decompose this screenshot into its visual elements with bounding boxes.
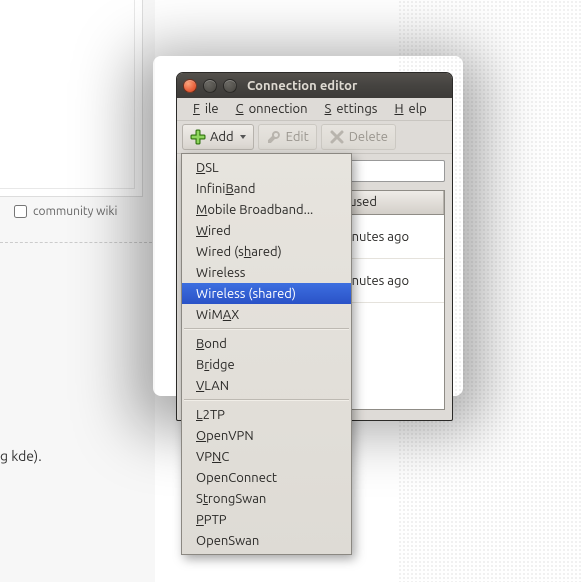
menu-connection[interactable]: Connection [226,98,313,120]
menu-item-vpnc[interactable]: VPNC [182,446,351,467]
window-maximize-button[interactable] [223,79,237,93]
wrench-icon [266,129,282,145]
page-kde-fragment: g kde). [0,448,42,464]
menu-item-wireless[interactable]: Wireless [182,262,351,283]
add-button-label: Add [210,130,234,144]
menu-item-l2tp[interactable]: L2TP [182,404,351,425]
add-dropdown-menu: DSLInfiniBandMobile Broadband...WiredWir… [181,153,352,555]
menu-item-strongswan[interactable]: StrongSwan [182,488,351,509]
plus-icon [190,129,206,145]
community-wiki-checkbox[interactable] [14,205,27,218]
toolbar: Add Edit Delete [177,121,452,154]
titlebar[interactable]: Connection editor [177,73,452,98]
edit-button[interactable]: Edit [258,124,317,150]
menu-item-wired-shared[interactable]: Wired (shared) [182,241,351,262]
menu-item-openconnect[interactable]: OpenConnect [182,467,351,488]
menu-file[interactable]: File [183,98,224,120]
menu-separator [184,399,349,401]
dashed-divider [0,242,152,243]
menu-item-vlan[interactable]: VLAN [182,375,351,396]
menu-item-openswan[interactable]: OpenSwan [182,530,351,551]
menu-item-wimax[interactable]: WiMAX [182,304,351,325]
menu-item-bridge[interactable]: Bridge [182,354,351,375]
community-wiki-text: community wiki [33,205,117,218]
menu-item-bond[interactable]: Bond [182,333,351,354]
community-wiki-checkbox-label[interactable]: community wiki [14,205,117,218]
menu-item-openvpn[interactable]: OpenVPN [182,425,351,446]
x-icon [329,129,345,145]
chevron-down-icon [240,135,246,139]
menu-settings[interactable]: Settings [315,98,383,120]
menu-item-wired[interactable]: Wired [182,220,351,241]
menubar: File Connection Settings Help [177,98,452,121]
page-sidebar-box-inner [0,0,135,189]
window-minimize-button[interactable] [203,79,217,93]
menu-item-dsl[interactable]: DSL [182,157,351,178]
window-close-button[interactable] [183,79,197,93]
delete-button[interactable]: Delete [321,124,396,150]
menu-item-pptp[interactable]: PPTP [182,509,351,530]
menu-item-infiniband[interactable]: InfiniBand [182,178,351,199]
menu-item-mobile-broadband[interactable]: Mobile Broadband... [182,199,351,220]
menu-separator [184,328,349,330]
menu-help[interactable]: Help [384,98,431,120]
add-button[interactable]: Add [182,124,254,150]
delete-button-label: Delete [349,130,388,144]
menu-item-wireless-shared[interactable]: Wireless (shared) [182,283,351,304]
window-title: Connection editor [247,79,357,93]
edit-button-label: Edit [286,130,309,144]
